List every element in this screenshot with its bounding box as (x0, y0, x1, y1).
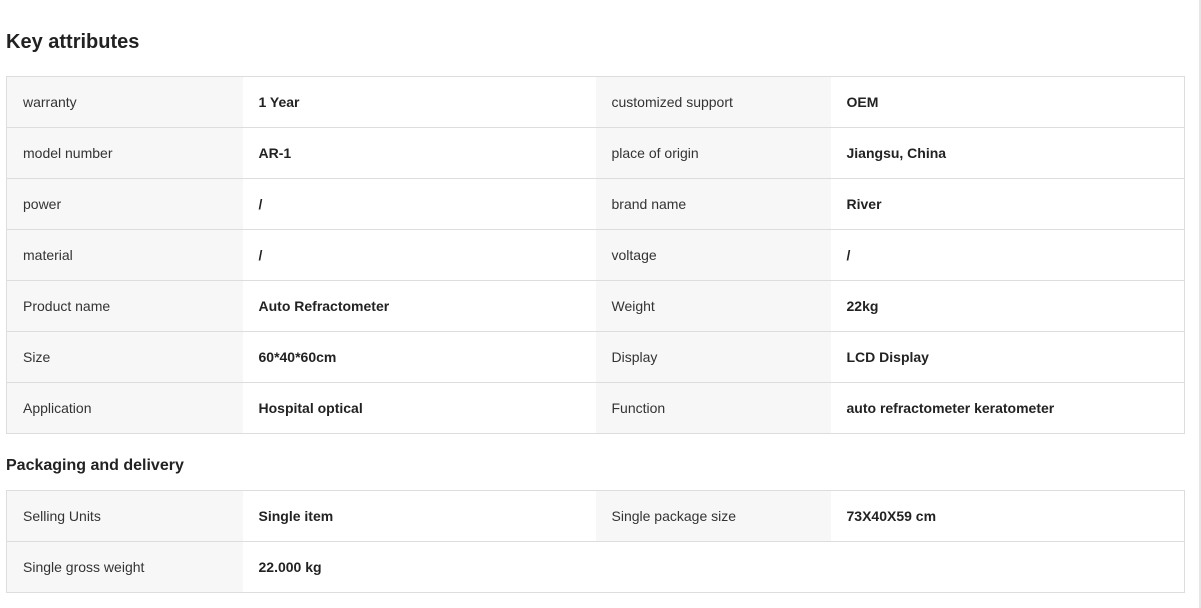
empty-cell (595, 541, 831, 593)
attribute-label: Product name (6, 280, 243, 332)
attribute-value: / (242, 229, 596, 281)
packaging-delivery-table: Selling Units Single item Single package… (6, 490, 1185, 593)
table-row: Product name Auto Refractometer Weight 2… (6, 280, 1185, 332)
attribute-label: model number (6, 127, 243, 179)
attribute-label: power (6, 178, 243, 230)
attribute-value: / (830, 229, 1185, 281)
attribute-label: Single package size (595, 490, 831, 542)
empty-cell (830, 541, 1185, 593)
attribute-label: Selling Units (6, 490, 243, 542)
attribute-label: Display (595, 331, 831, 383)
attribute-value: LCD Display (830, 331, 1185, 383)
attribute-label: place of origin (595, 127, 831, 179)
attribute-value: / (242, 178, 596, 230)
attribute-value: Jiangsu, China (830, 127, 1185, 179)
table-row: power / brand name River (6, 178, 1185, 230)
attribute-label: Single gross weight (6, 541, 243, 593)
table-row: model number AR-1 place of origin Jiangs… (6, 127, 1185, 179)
table-row: Application Hospital optical Function au… (6, 382, 1185, 434)
product-attributes-page: Key attributes warranty 1 Year customize… (0, 0, 1201, 608)
attribute-label: customized support (595, 76, 831, 128)
key-attributes-table: warranty 1 Year customized support OEM m… (6, 76, 1185, 434)
table-row: material / voltage / (6, 229, 1185, 281)
attribute-value: 22.000 kg (242, 541, 596, 593)
attribute-value: 1 Year (242, 76, 596, 128)
attribute-label: Application (6, 382, 243, 434)
attribute-label: material (6, 229, 243, 281)
attribute-label: brand name (595, 178, 831, 230)
table-row: Selling Units Single item Single package… (6, 490, 1185, 542)
attribute-label: Size (6, 331, 243, 383)
attribute-value: Hospital optical (242, 382, 596, 434)
attribute-value: auto refractometer keratometer (830, 382, 1185, 434)
attribute-label: warranty (6, 76, 243, 128)
key-attributes-heading: Key attributes (6, 31, 140, 53)
attribute-value: River (830, 178, 1185, 230)
packaging-delivery-heading: Packaging and delivery (6, 457, 184, 474)
attribute-value: 73X40X59 cm (830, 490, 1185, 542)
attribute-value: AR-1 (242, 127, 596, 179)
table-row: Size 60*40*60cm Display LCD Display (6, 331, 1185, 383)
attribute-label: Function (595, 382, 831, 434)
attribute-value: Single item (242, 490, 596, 542)
attribute-label: Weight (595, 280, 831, 332)
attribute-value: 22kg (830, 280, 1185, 332)
table-row: warranty 1 Year customized support OEM (6, 76, 1185, 128)
attribute-value: 60*40*60cm (242, 331, 596, 383)
attribute-value: OEM (830, 76, 1185, 128)
table-row: Single gross weight 22.000 kg (6, 541, 1185, 593)
attribute-value: Auto Refractometer (242, 280, 596, 332)
attribute-label: voltage (595, 229, 831, 281)
